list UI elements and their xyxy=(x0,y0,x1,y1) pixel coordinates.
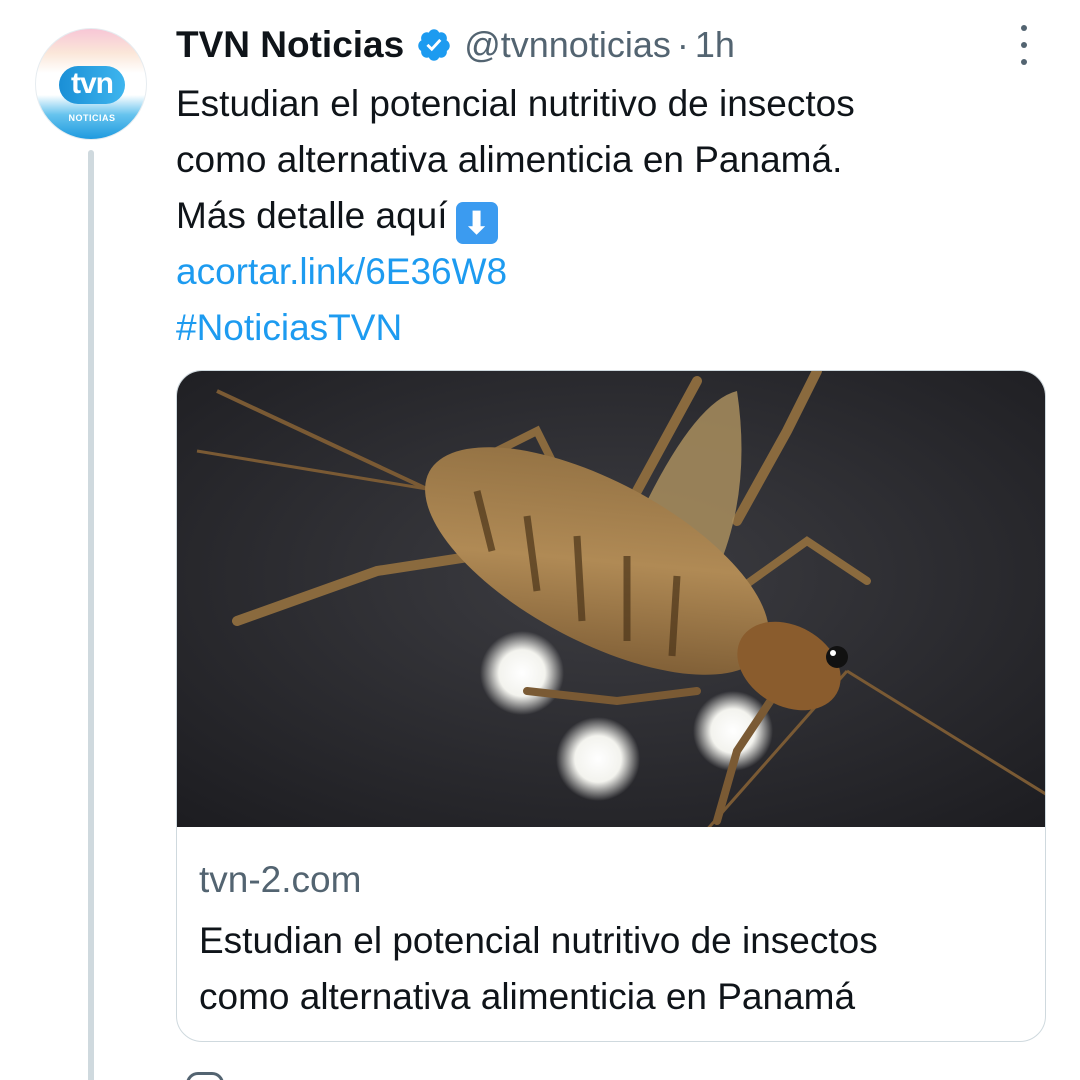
tweet-text-line: como alternativa alimenticia en Panamá. xyxy=(176,139,843,180)
card-image-cricket-photo[interactable] xyxy=(177,371,1046,827)
card-title-line: como alternativa alimenticia en Panamá xyxy=(199,976,856,1017)
link-preview-card[interactable]: tvn-2.com Estudian el potencial nutritiv… xyxy=(176,370,1046,1042)
tweet-header: TVN Noticias @tvnnoticias · 1h xyxy=(176,22,735,68)
tweet[interactable]: tvn NOTICIAS TVN Noticias @tvnnoticias ·… xyxy=(0,0,1080,1080)
card-title-line: Estudian el potencial nutritivo de insec… xyxy=(199,920,878,961)
card-title: Estudian el potencial nutritivo de insec… xyxy=(199,913,1029,1025)
down-arrow-emoji-icon: ⬇ xyxy=(455,202,498,244)
tweet-link[interactable]: acortar.link/6E36W8 xyxy=(176,244,1036,300)
tweet-text-line: Estudian el potencial nutritivo de insec… xyxy=(176,83,855,124)
tweet-text: Estudian el potencial nutritivo de insec… xyxy=(176,76,1036,356)
thread-line xyxy=(88,150,94,1080)
card-domain: tvn-2.com xyxy=(199,859,362,900)
tweet-text-line-with-emoji: Más detalle aquí ⬇ xyxy=(176,188,1036,244)
tweet-text-line: Más detalle aquí xyxy=(176,195,448,236)
hashtag-link[interactable]: #NoticiasTVN xyxy=(176,300,1036,356)
timestamp[interactable]: 1h xyxy=(695,24,735,66)
separator-dot: · xyxy=(676,24,689,65)
avatar-logo: tvn xyxy=(59,66,125,104)
avatar[interactable]: tvn NOTICIAS xyxy=(35,28,147,140)
verified-badge-icon xyxy=(418,29,450,61)
reply-icon[interactable] xyxy=(186,1072,224,1080)
avatar-logo-subtitle: NOTICIAS xyxy=(68,113,116,123)
handle[interactable]: @tvnnoticias xyxy=(464,24,671,66)
display-name[interactable]: TVN Noticias xyxy=(176,24,404,66)
more-vertical-icon[interactable] xyxy=(1010,25,1038,65)
